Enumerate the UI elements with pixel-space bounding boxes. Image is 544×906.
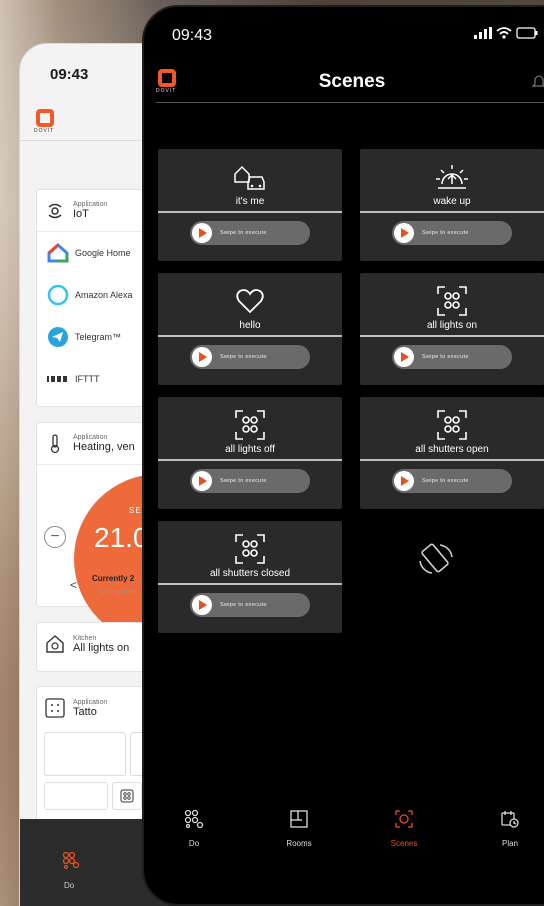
current-temp-label: Currently 2 — [92, 574, 135, 583]
home-car-icon — [158, 157, 342, 197]
nav-do[interactable]: Do — [154, 807, 234, 848]
swipe-to-execute-slider[interactable]: Swipe to execute — [392, 345, 512, 369]
calendar-clock-icon — [470, 807, 544, 831]
bell-icon[interactable] — [531, 73, 544, 94]
swipe-to-execute-slider[interactable]: Swipe to execute — [190, 221, 310, 245]
swipe-to-execute-slider[interactable]: Swipe to execute — [190, 469, 310, 493]
scene-icon — [158, 405, 342, 445]
swipe-to-execute-slider[interactable]: Swipe to execute — [190, 345, 310, 369]
scene-icon — [360, 281, 544, 321]
scene-card-all-lights-on[interactable]: all lights on Swipe to execute — [360, 273, 544, 385]
scene-card-wake-up[interactable]: wake up Swipe to execute — [360, 149, 544, 261]
thermometer-icon — [45, 433, 65, 454]
swipe-to-execute-slider[interactable]: Swipe to execute — [392, 469, 512, 493]
scene-icon — [360, 405, 544, 445]
add-scene-icon[interactable] — [416, 539, 456, 584]
amazon-alexa-icon — [47, 284, 69, 306]
scene-card-hello[interactable]: hello Swipe to execute — [158, 273, 342, 385]
scenes-icon — [364, 807, 444, 831]
wifi-icon — [496, 27, 512, 39]
tatto-key[interactable] — [44, 732, 126, 776]
scene-icon — [158, 529, 342, 569]
scene-icon — [120, 789, 134, 803]
scene-card-all-shutters-closed[interactable]: all shutters closed Swipe to execute — [158, 521, 342, 633]
keypad-icon — [45, 698, 65, 718]
nav-rooms[interactable]: Rooms — [259, 807, 339, 848]
kitchen-home-icon — [45, 634, 65, 654]
nav-do-label: Do — [64, 881, 75, 890]
room-label: Living roo — [100, 587, 135, 596]
signal-icon — [474, 27, 492, 39]
heart-icon — [158, 281, 342, 321]
grid-icon — [154, 807, 234, 831]
chevron-left-icon[interactable]: < — [70, 578, 77, 592]
scene-card-all-lights-off[interactable]: all lights off Swipe to execute — [158, 397, 342, 509]
google-home-icon — [47, 242, 69, 264]
tatto-key[interactable] — [44, 782, 108, 810]
floorplan-icon — [259, 807, 339, 831]
status-icons — [474, 27, 538, 39]
scene-card-all-shutters-open[interactable]: all shutters open Swipe to execute — [360, 397, 544, 509]
iot-icon — [45, 201, 65, 221]
ifttt-icon — [47, 368, 69, 390]
tatto-scene-key[interactable] — [112, 782, 142, 810]
scene-card-its-me[interactable]: it's me Swipe to execute — [158, 149, 342, 261]
telegram-icon — [47, 326, 69, 348]
swipe-to-execute-slider[interactable]: Swipe to execute — [392, 221, 512, 245]
grid-icon[interactable] — [62, 851, 80, 874]
battery-icon — [516, 27, 538, 39]
swipe-to-execute-slider[interactable]: Swipe to execute — [190, 593, 310, 617]
back-dovit-logo: DOVIT — [34, 109, 58, 137]
nav-scenes[interactable]: Scenes — [364, 807, 444, 848]
front-phone: 09:43 DOVIT Scenes it's me Swipe to exec… — [142, 5, 544, 906]
nav-plan[interactable]: Plan — [470, 807, 544, 848]
back-status-time: 09:43 — [50, 66, 89, 83]
temperature-decrease-button[interactable]: − — [44, 526, 66, 548]
bottom-nav: Do Rooms Scenes Plan — [144, 807, 544, 867]
status-time: 09:43 — [172, 27, 213, 44]
sunrise-icon — [360, 157, 544, 197]
page-title: Scenes — [318, 71, 386, 92]
